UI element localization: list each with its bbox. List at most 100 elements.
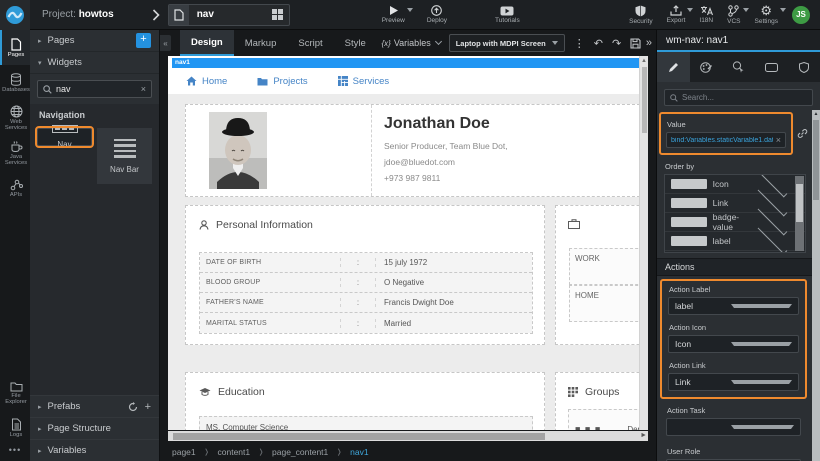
- canvas-nav-home[interactable]: Home: [186, 76, 227, 87]
- scroll-right-icon[interactable]: ►: [640, 431, 647, 441]
- export-dropdown-icon[interactable]: [687, 8, 693, 12]
- order-by-option-badge-value[interactable]: badge-value: [665, 213, 805, 232]
- tab-markup[interactable]: Markup: [234, 30, 288, 56]
- widget-search-box[interactable]: ×: [37, 80, 152, 98]
- rail-item-web-services[interactable]: Web Services: [0, 100, 30, 135]
- rail-item-java-services[interactable]: Java Services: [0, 135, 30, 170]
- prefabs-section-header[interactable]: ▸ Prefabs +: [30, 395, 159, 417]
- collapse-left-panel-button[interactable]: «: [160, 35, 171, 51]
- i18n-button[interactable]: I18N: [699, 0, 713, 30]
- tab-properties[interactable]: [657, 52, 690, 82]
- rail-item-databases[interactable]: Databases: [0, 65, 30, 100]
- grid-icon[interactable]: [272, 9, 283, 20]
- add-page-button[interactable]: +: [136, 33, 151, 48]
- export-button[interactable]: Export: [667, 0, 686, 30]
- nav1-selection-bar[interactable]: nav1: [172, 58, 639, 68]
- tab-styles[interactable]: [690, 52, 723, 82]
- tab-events[interactable]: [722, 52, 755, 82]
- widget-tile-nav[interactable]: Nav: [37, 128, 92, 146]
- table-row[interactable]: BLOOD GROUP : O Negative: [200, 273, 532, 293]
- save-icon[interactable]: [630, 38, 641, 49]
- tab-device[interactable]: [755, 52, 788, 82]
- order-by-option-label[interactable]: label: [665, 232, 805, 251]
- contact-row-work[interactable]: WORK: [569, 248, 648, 285]
- pages-section-header[interactable]: ▸ Pages +: [30, 30, 159, 52]
- canvas-vertical-scrollbar[interactable]: ▲: [639, 56, 648, 430]
- education-card[interactable]: Education MS, Computer Science: [185, 372, 545, 430]
- add-prefab-icon[interactable]: +: [145, 401, 151, 413]
- checkbox[interactable]: [671, 198, 707, 208]
- redo-icon[interactable]: ↷: [612, 37, 621, 50]
- scrollbar-thumb[interactable]: [813, 120, 819, 200]
- groups-card[interactable]: Groups ■ ■ ■ Depa: [555, 372, 648, 430]
- refresh-icon[interactable]: [128, 402, 138, 412]
- groups-row[interactable]: ■ ■ ■ Depa: [568, 409, 648, 430]
- breadcrumb-content1[interactable]: content1: [218, 447, 251, 457]
- rail-item-file-explorer[interactable]: File Explorer: [0, 375, 30, 410]
- order-by-scrollbar[interactable]: [795, 176, 804, 251]
- security-button[interactable]: Security: [629, 0, 652, 30]
- order-by-option-link[interactable]: Link: [665, 194, 805, 213]
- widget-search-input[interactable]: [56, 84, 141, 94]
- page-selector[interactable]: nav: [168, 4, 290, 26]
- action-task-select[interactable]: [666, 418, 801, 436]
- action-link-select[interactable]: Link: [668, 373, 799, 391]
- breadcrumb-nav1[interactable]: nav1: [350, 447, 368, 457]
- profile-card[interactable]: Jonathan Doe Senior Producer, Team Blue …: [185, 104, 640, 197]
- breadcrumb-page-content1[interactable]: page_content1: [272, 447, 328, 457]
- wavemaker-logo[interactable]: [0, 0, 30, 30]
- widget-tile-navbar[interactable]: Nav Bar: [97, 128, 152, 184]
- preview-dropdown-icon[interactable]: [407, 8, 413, 12]
- scrollbar-thumb[interactable]: [642, 67, 647, 133]
- contact-card[interactable]: WORK HOME: [555, 205, 648, 345]
- deploy-button[interactable]: Deploy: [427, 0, 447, 30]
- preview-button[interactable]: Preview: [382, 0, 405, 30]
- tutorials-button[interactable]: Tutorials: [495, 0, 520, 30]
- checkbox[interactable]: [671, 217, 707, 227]
- action-icon-select[interactable]: Icon: [668, 335, 799, 353]
- rail-more-button[interactable]: •••: [0, 445, 30, 461]
- value-binding-input[interactable]: bind:Variables.staticVariable1.dataSet ×: [666, 132, 786, 148]
- rail-item-apis[interactable]: APIs: [0, 170, 30, 205]
- settings-button[interactable]: ⚙ Settings: [755, 0, 779, 30]
- table-row[interactable]: DATE OF BIRTH : 15 july 1972: [200, 253, 532, 273]
- education-row[interactable]: MS, Computer Science: [199, 416, 533, 430]
- widgets-section-header[interactable]: ▾ Widgets: [30, 52, 159, 74]
- page-structure-section-header[interactable]: ▸ Page Structure: [30, 417, 159, 439]
- contact-row-home[interactable]: HOME: [569, 285, 648, 322]
- clear-binding-icon[interactable]: ×: [776, 135, 781, 145]
- device-selector[interactable]: Laptop with MDPI Screen: [449, 34, 565, 52]
- variables-section-header[interactable]: ▸ Variables: [30, 439, 159, 461]
- tab-style[interactable]: Style: [334, 30, 377, 56]
- table-row[interactable]: FATHER'S NAME : Francis Dwight Doe: [200, 293, 532, 313]
- order-by-list[interactable]: Icon Link badge-value label: [664, 174, 806, 253]
- scroll-up-icon[interactable]: ▲: [812, 110, 820, 119]
- canvas-nav-projects[interactable]: Projects: [257, 76, 307, 87]
- vcs-button[interactable]: VCS: [727, 0, 740, 30]
- order-by-option-icon[interactable]: Icon: [665, 175, 805, 194]
- design-canvas[interactable]: nav1 ⌃ ⌃ ⌃ Home Projects Services: [168, 56, 648, 430]
- property-search-input[interactable]: [682, 93, 807, 102]
- canvas-nav-services[interactable]: Services: [338, 76, 389, 87]
- settings-dropdown-icon[interactable]: [780, 8, 786, 12]
- variables-menu[interactable]: {x} Variables: [382, 38, 441, 48]
- scrollbar-thumb[interactable]: [796, 184, 803, 222]
- rail-item-logs[interactable]: Logs: [0, 410, 30, 445]
- rail-item-pages[interactable]: Pages: [0, 30, 30, 65]
- property-search-box[interactable]: [664, 89, 813, 106]
- tab-security[interactable]: [787, 52, 820, 82]
- canvas-nav-widget[interactable]: Home Projects Services: [168, 68, 639, 94]
- undo-icon[interactable]: ↶: [594, 37, 603, 50]
- checkbox[interactable]: [671, 236, 707, 246]
- breadcrumb-page1[interactable]: page1: [172, 447, 196, 457]
- scrollbar-thumb[interactable]: [173, 433, 545, 440]
- kebab-menu-icon[interactable]: ⋮: [574, 37, 585, 50]
- user-avatar[interactable]: JS: [792, 6, 810, 24]
- scroll-up-icon[interactable]: ▲: [640, 56, 648, 66]
- personal-info-card[interactable]: Personal Information DATE OF BIRTH : 15 …: [185, 205, 545, 345]
- tab-design[interactable]: Design: [180, 30, 234, 56]
- table-row[interactable]: MARITAL STATUS : Married: [200, 313, 532, 333]
- action-label-select[interactable]: label: [668, 297, 799, 315]
- tab-script[interactable]: Script: [287, 30, 333, 56]
- vcs-dropdown-icon[interactable]: [743, 8, 749, 12]
